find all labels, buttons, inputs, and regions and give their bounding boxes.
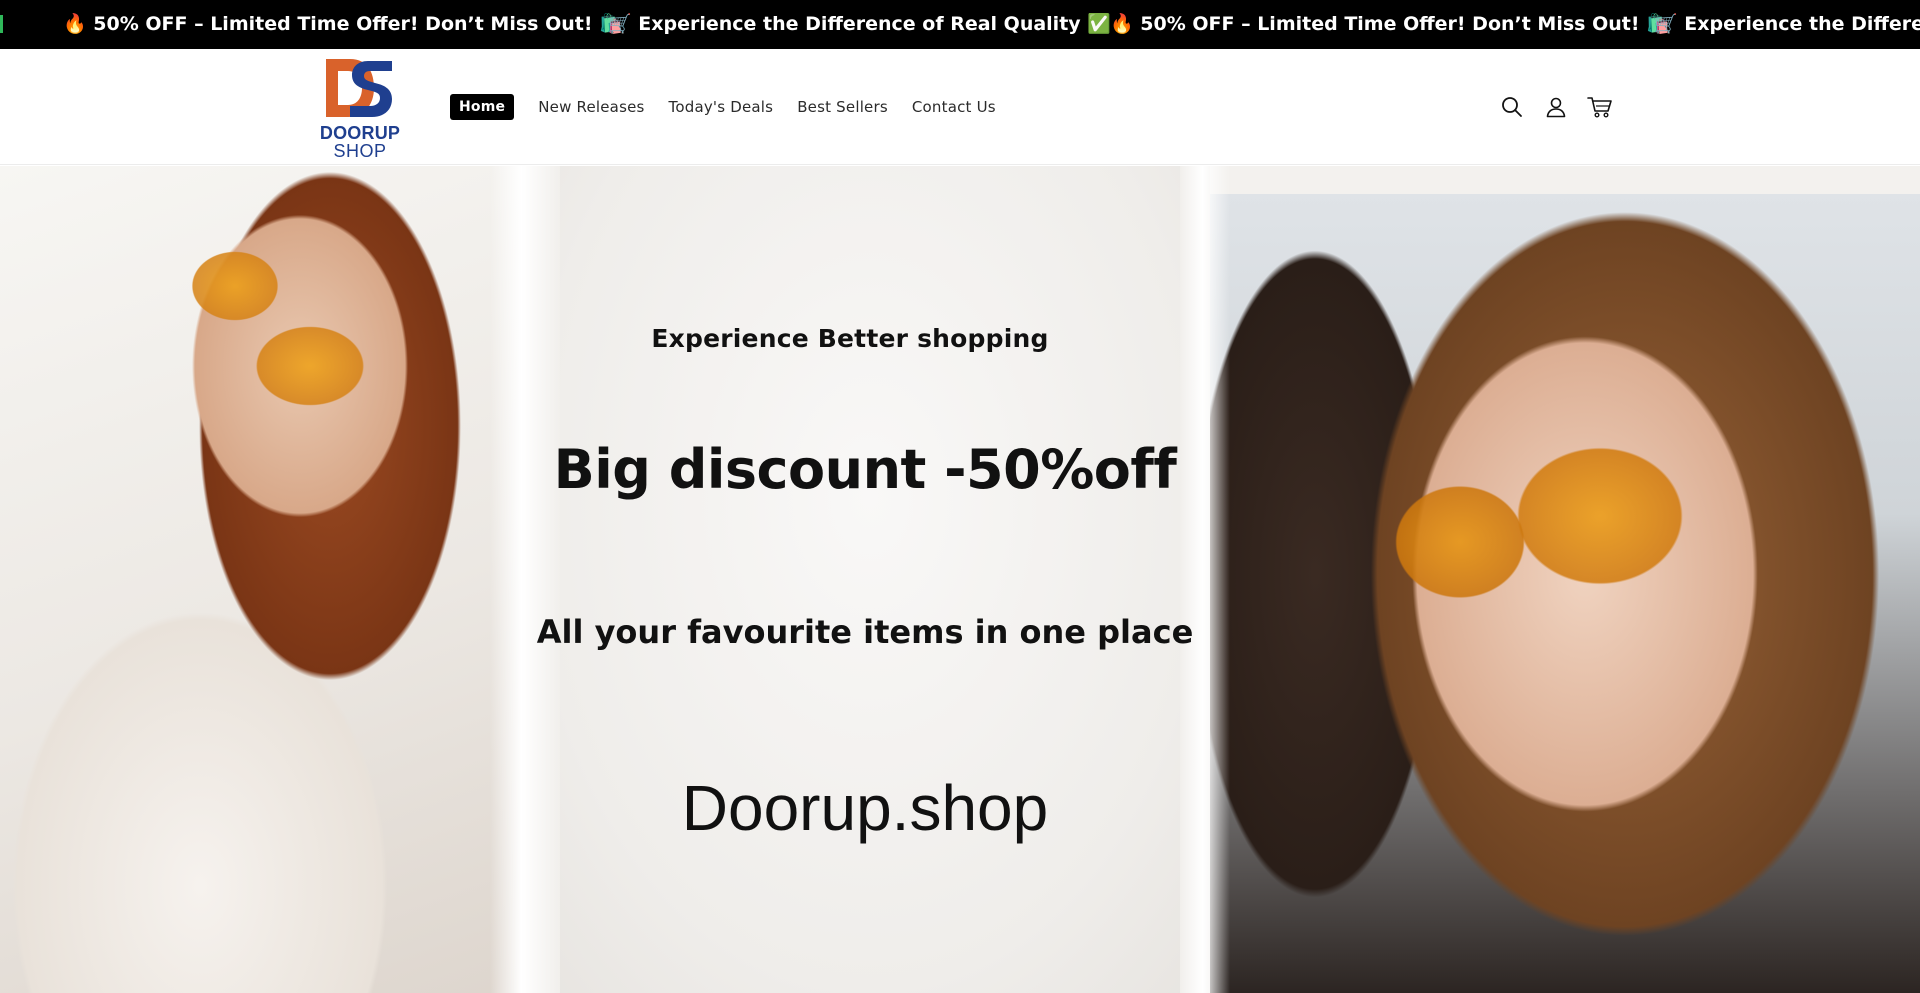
nav-item-todays-deals[interactable]: Today's Deals xyxy=(669,94,774,120)
announcement-message: 🛒 Experience the Difference of Real Qual… xyxy=(608,13,1111,35)
hero-headline: Big discount -50%off xyxy=(553,438,1177,501)
nav-item-contact-us[interactable]: Contact Us xyxy=(912,94,996,120)
main-nav: Home New Releases Today's Deals Best Sel… xyxy=(450,94,1020,120)
announcement-bar: 🔥 50% OFF – Limited Time Offer! Don’t Mi… xyxy=(0,0,1920,49)
cart-icon xyxy=(1587,97,1612,118)
account-button[interactable] xyxy=(1540,91,1572,123)
logo-wordmark-sub: SHOP xyxy=(333,141,387,161)
site-header: DOORUP SHOP Home New Releases Today's De… xyxy=(0,49,1920,165)
hero-tagline: All your favourite items in one place xyxy=(536,613,1194,651)
hero-subtitle: Experience Better shopping xyxy=(651,324,1049,353)
search-icon xyxy=(1502,97,1522,117)
nav-item-home[interactable]: Home xyxy=(450,94,515,120)
torn-edge xyxy=(490,166,560,993)
logo-mark-icon xyxy=(326,59,392,117)
announcement-message: 🛒 Experience the Difference xyxy=(1654,13,1920,35)
site-logo[interactable]: DOORUP SHOP xyxy=(312,55,408,161)
model-photo-right xyxy=(1205,194,1920,993)
hero-banner[interactable]: Experience Better shopping Big discount … xyxy=(0,166,1920,993)
nav-item-new-releases[interactable]: New Releases xyxy=(538,94,644,120)
account-icon xyxy=(1546,97,1566,118)
search-button[interactable] xyxy=(1496,91,1528,123)
nav-item-best-sellers[interactable]: Best Sellers xyxy=(797,94,888,120)
announcement-message: 🔥 50% OFF – Limited Time Offer! Don’t Mi… xyxy=(63,13,623,35)
cart-button[interactable] xyxy=(1584,91,1616,123)
announcement-message: 🔥 50% OFF – Limited Time Offer! Don’t Mi… xyxy=(1110,13,1670,35)
torn-edge xyxy=(1180,166,1230,993)
marquee-fragment xyxy=(0,15,3,33)
model-photo-left xyxy=(0,166,560,993)
hero-brand: Doorup.shop xyxy=(681,772,1049,844)
paper-panel xyxy=(530,166,1210,993)
